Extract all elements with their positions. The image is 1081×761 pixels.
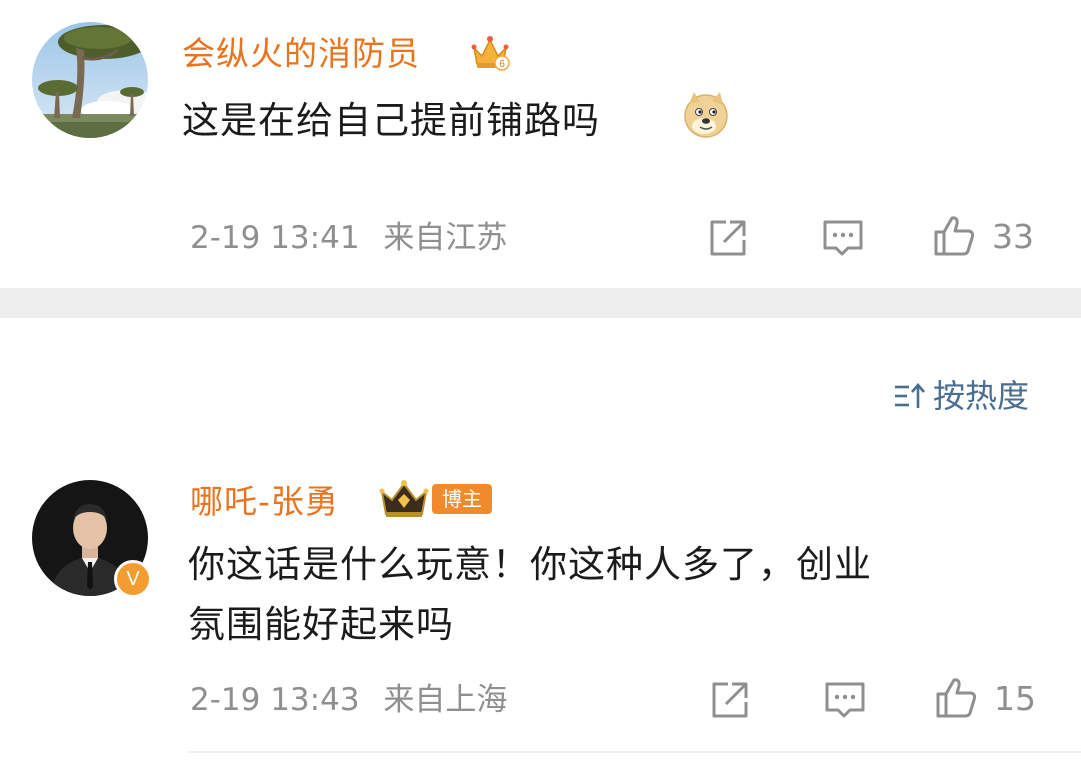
like-count: 33 [992,216,1034,256]
sort-label: 按热度 [932,377,1029,415]
comment-separator [188,751,1081,753]
doge-emoji [680,88,732,144]
comment-meta: 2-19 13:41 来自江苏 [190,218,507,258]
crown-level-icon [379,480,429,517]
like-button[interactable]: 15 [932,674,1036,722]
share-button[interactable] [708,678,752,722]
vip-badge[interactable]: 6 [468,30,512,74]
blogger-badge[interactable]: 博主 [378,478,492,520]
like-count: 15 [994,678,1036,718]
sort-by-hot-button[interactable]: 按热度 [893,376,1029,416]
comment-meta: 2-19 13:43 来自上海 [190,680,507,720]
verified-badge-icon: V [114,560,152,598]
comment-location: 来自江苏 [383,220,508,256]
comment-text-line: 你这话是什么玩意！你这种人多了，创业 [188,543,872,586]
reply-button[interactable] [822,678,868,722]
comment-icon [823,220,863,256]
comment-username[interactable]: 会纵火的消防员 [182,34,420,74]
sort-icon [894,383,925,408]
avatar-landscape-image [32,22,148,138]
share-button[interactable] [706,216,750,260]
comment-icon [825,682,865,718]
comment-text-line: 这是在给自己提前铺路吗 [182,99,600,142]
like-button[interactable]: 33 [930,212,1034,260]
avatar[interactable]: V [32,480,152,598]
comment-item: V 哪吒-张勇 博主 你这话是什么玩意！你这种人多了，创业 氛围能好起来吗 2-… [0,462,1081,761]
crown-vip-icon: 6 [471,36,510,71]
thumbs-up-icon [936,678,977,718]
thumbs-up-icon [934,216,975,256]
reply-button[interactable] [820,216,866,260]
share-icon [710,220,746,256]
comment-time: 2-19 13:43 [190,682,360,718]
blogger-tag: 博主 [432,484,492,514]
avatar[interactable] [32,22,148,138]
vip-level-text: 6 [499,59,505,70]
comment-text: 你这话是什么玩意！你这种人多了，创业 氛围能好起来吗 [188,538,872,652]
comment-text: 这是在给自己提前铺路吗 [182,94,600,148]
share-icon [712,682,748,718]
comment-text-line: 氛围能好起来吗 [188,603,454,646]
comment-username[interactable]: 哪吒-张勇 [190,482,339,522]
section-divider [0,288,1081,318]
comment-location: 来自上海 [383,682,508,718]
comment-time: 2-19 13:41 [190,220,360,256]
comment-item: 会纵火的消防员 6 这是在给自己提前铺路吗 2-19 13:41 来自江苏 33 [0,0,1081,290]
comment-list-page: 会纵火的消防员 6 这是在给自己提前铺路吗 2-19 13:41 来自江苏 33… [0,0,1081,761]
